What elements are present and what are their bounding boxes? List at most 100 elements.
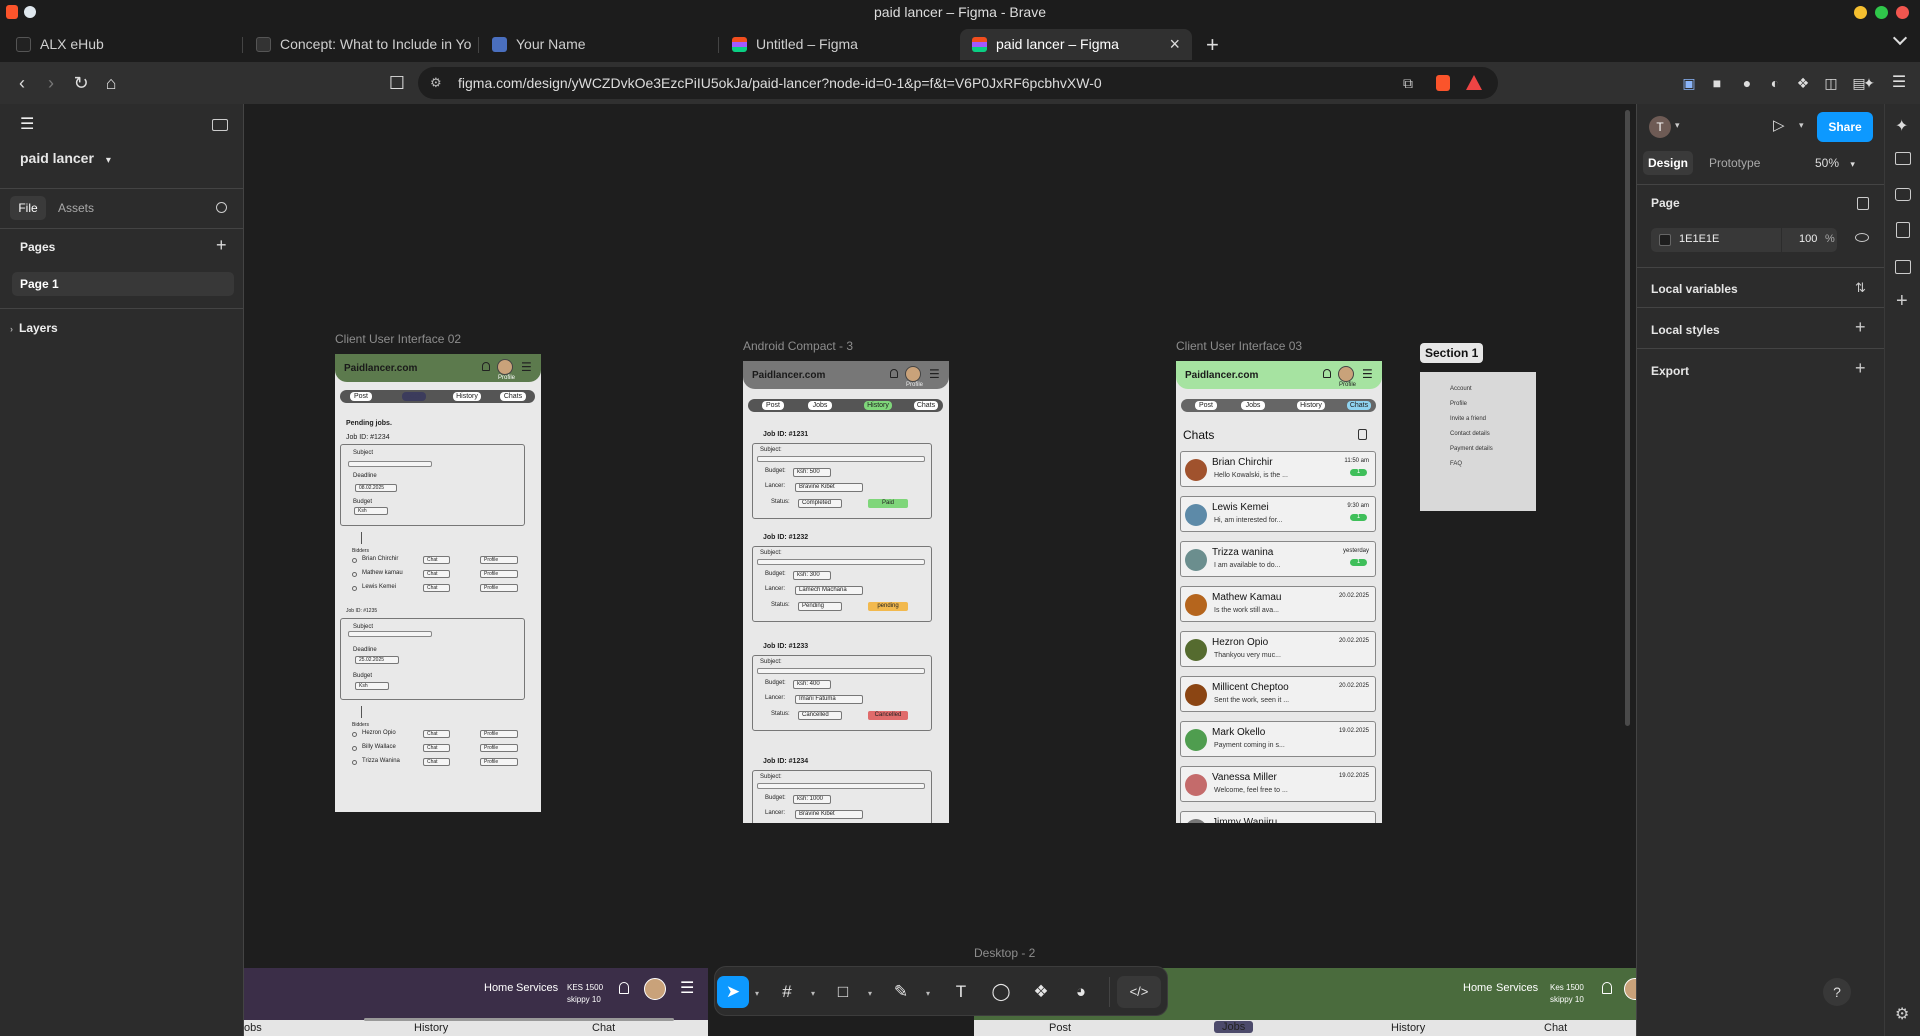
desktop-frame-left[interactable]: Home Services KES 1500 skippy 10 ☰ obs H… [244,968,708,1036]
eye-icon[interactable] [1855,233,1869,242]
tab-concept[interactable]: Concept: What to Include in Yo [244,29,476,60]
sidebar-icon[interactable]: ◫ [1818,70,1844,96]
pen-tool-button[interactable]: ✎ [885,976,917,1008]
page-item-page-1[interactable]: Page 1 [12,272,234,296]
reading-list-icon[interactable] [1895,260,1911,274]
leo-ai-icon[interactable]: ✦ [1895,116,1908,136]
figma-menu-icon[interactable]: ☰ [20,117,42,133]
page-settings-icon[interactable] [1857,197,1869,210]
opacity-value[interactable]: 100 [1799,233,1817,245]
variables-icon[interactable]: ⇅ [1855,280,1866,296]
bookmarks-icon[interactable] [1896,222,1910,238]
help-button[interactable]: ? [1823,978,1851,1006]
tab-close-icon[interactable]: × [1169,29,1180,60]
color-hex[interactable]: 1E1E1E [1679,233,1719,245]
news-icon[interactable] [1895,152,1911,165]
translate-icon[interactable]: ▣ [1676,70,1702,96]
frame-client-ui-02[interactable]: Paidlancer.com ☰ Profile Post Jobs Histo… [335,354,541,812]
reload-icon[interactable]: ↻ [68,70,94,96]
user-avatar[interactable]: T [1649,116,1671,138]
address-bar[interactable]: ⚙ figma.com/design/yWCZDvkOe3EzcPiIU5okJ… [418,67,1498,99]
budget-label: Budget: [765,571,786,577]
wallet-icon[interactable] [1895,188,1911,201]
username-text: skippy 10 [1550,995,1584,1004]
share-icon[interactable]: ⧉ [1403,67,1413,99]
close-window-button[interactable] [1896,6,1909,19]
home-icon[interactable]: ⌂ [98,70,124,96]
frame-label[interactable]: Android Compact - 3 [743,339,853,353]
minimize-button[interactable] [1854,6,1867,19]
section-1-frame[interactable]: Account Profile Invite a friend Contact det… [1420,372,1536,511]
chevron-down-icon[interactable]: ▾ [868,989,872,998]
brave-rewards-icon[interactable] [1466,75,1482,90]
new-tab-button[interactable]: + [1206,29,1219,60]
chat-row: Vanessa Miller Welcome, feel free to ... 1… [1180,766,1376,802]
add-page-icon[interactable]: + [216,235,227,256]
chevron-down-icon[interactable]: ▾ [1799,120,1804,131]
actions-button[interactable]: ❖ [1025,976,1057,1008]
add-style-icon[interactable]: + [1855,317,1866,338]
tab-paid-lancer-figma[interactable]: paid lancer – Figma × [960,29,1192,60]
zoom-dropdown[interactable]: 50% ▾ [1815,151,1855,176]
forward-icon[interactable]: › [38,70,64,96]
dev-mode-button[interactable]: </> [1117,976,1161,1008]
status-label: Status: [771,499,790,505]
settings-gear-icon[interactable]: ⚙ [1895,1004,1909,1024]
menu-icon[interactable]: ☰ [1886,70,1912,96]
local-variables-heading[interactable]: Local variables [1651,282,1738,296]
canvas-scrollbar[interactable] [1625,110,1630,726]
file-name[interactable]: paid lancer ▾ [20,150,220,166]
panel-toggle-icon[interactable] [212,119,228,131]
frame-tool-button[interactable]: # [771,976,803,1008]
present-play-icon[interactable]: ▷ [1773,116,1785,134]
search-icon[interactable] [216,202,227,213]
tab-your-name[interactable]: Your Name [480,29,716,60]
brave-shields-icon[interactable] [1436,75,1450,91]
chevron-down-icon[interactable]: ▾ [811,989,815,998]
tab-design[interactable]: Design [1643,151,1693,175]
menu-icon: ☰ [521,360,532,374]
tab-list-chevron-icon[interactable] [1892,30,1908,46]
avatar [1185,684,1207,706]
text-tool-button[interactable]: T [945,976,977,1008]
tab-prototype[interactable]: Prototype [1709,151,1760,175]
tab-file[interactable]: File [10,196,46,220]
unread-badge: 1 [1350,469,1367,476]
menu-icon: ☰ [929,367,940,381]
site-info-icon[interactable]: ⚙ [430,67,442,99]
layers-heading[interactable]: › Layers [10,321,58,335]
add-icon[interactable]: + [1896,290,1908,313]
chevron-down-icon[interactable]: ▾ [1675,120,1680,131]
extension-icon[interactable]: ● [1734,70,1760,96]
plugin-icon[interactable]: ◕ [1065,976,1097,1008]
frame-label[interactable]: Desktop - 2 [974,946,1035,960]
extension-icon[interactable]: ■ [1704,70,1730,96]
tab-alx-ehub[interactable]: ALX eHub [4,29,240,60]
color-swatch[interactable] [1659,234,1671,246]
export-heading[interactable]: Export [1651,364,1689,378]
leo-icon[interactable]: ✦ [1856,70,1882,96]
maximize-button[interactable] [1875,6,1888,19]
chevron-down-icon[interactable]: ▾ [755,989,759,998]
section-label[interactable]: Section 1 [1420,343,1484,363]
figma-canvas[interactable]: Client User Interface 02 Paidlancer.com … [244,104,1636,1036]
bookmark-icon[interactable]: ☐ [384,70,410,96]
move-tool-button[interactable]: ➤ [717,976,749,1008]
frame-label[interactable]: Client User Interface 03 [1176,339,1302,353]
add-export-icon[interactable]: + [1855,358,1866,379]
page-color-field[interactable]: 1E1E1E 100 % [1651,228,1837,252]
share-button[interactable]: Share [1817,112,1873,142]
frame-label[interactable]: Client User Interface 02 [335,332,461,346]
local-styles-heading[interactable]: Local styles [1651,323,1720,337]
tab-jobs: Jobs [1214,1021,1254,1033]
chevron-down-icon[interactable]: ▾ [926,989,930,998]
comment-tool-button[interactable]: ◯ [985,976,1017,1008]
back-icon[interactable]: ‹ [9,70,35,96]
tab-untitled-figma[interactable]: Untitled – Figma [720,29,956,60]
shape-tool-button[interactable]: □ [827,976,859,1008]
extension-icon[interactable]: ◐ [1762,70,1788,96]
tab-assets[interactable]: Assets [58,196,94,220]
frame-client-ui-03[interactable]: Paidlancer.com ☰ Profile Post Jobs Histo… [1176,361,1382,823]
puzzle-icon[interactable]: ❖ [1790,70,1816,96]
frame-android-compact-3[interactable]: Paidlancer.com ☰ Profile Post Jobs Histo… [743,361,949,823]
